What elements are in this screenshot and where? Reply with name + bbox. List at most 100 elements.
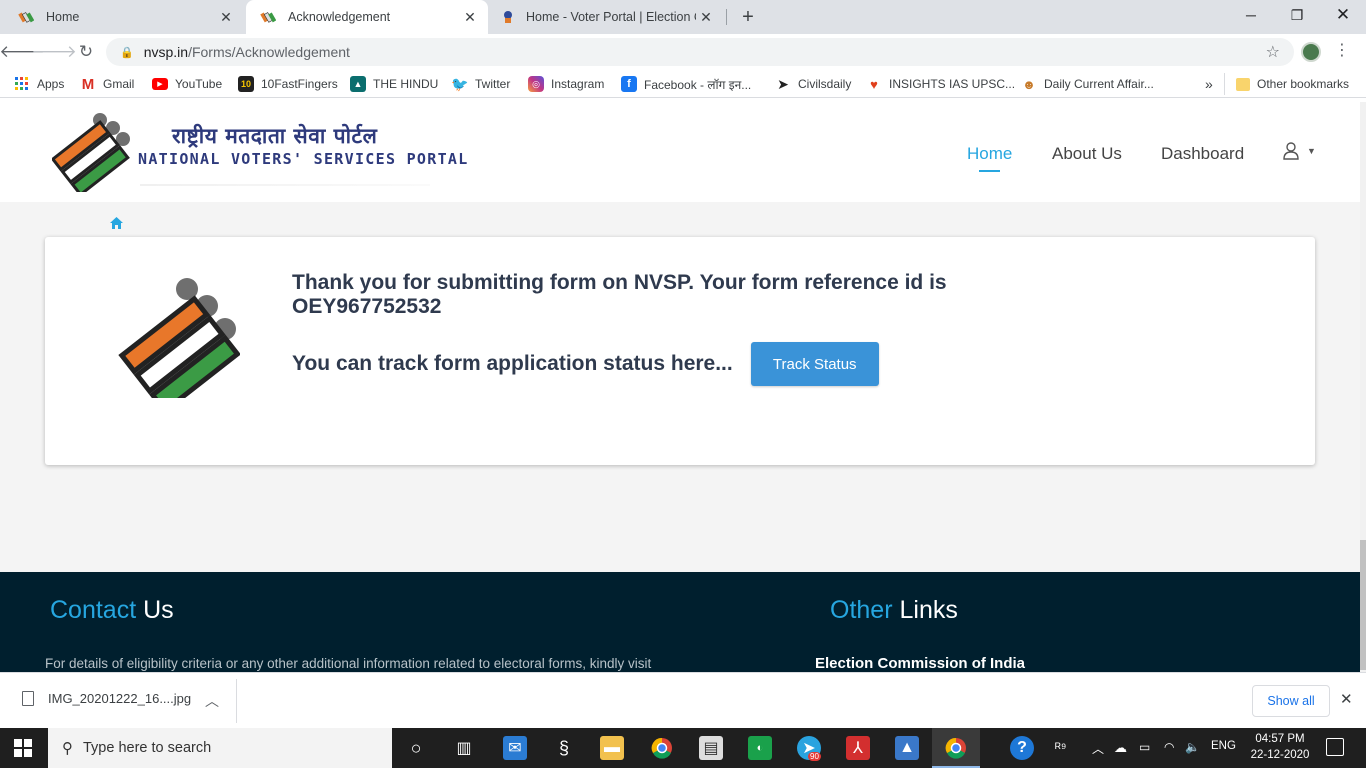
tab-title: Acknowledgement [288, 10, 391, 24]
site-header: राष्ट्रीय मतदाता सेवा पोर्टल NATIONAL VO… [0, 102, 1366, 202]
download-divider [236, 679, 237, 723]
file-explorer-icon[interactable]: ▬ [600, 736, 624, 760]
nav-home[interactable]: Home [967, 144, 1012, 172]
lock-icon: 🔒 [120, 46, 134, 59]
track-status-button[interactable]: Track Status [750, 342, 879, 386]
logo-hindi-text: राष्ट्रीय मतदाता सेवा पोर्टल [172, 124, 378, 148]
bookmark-label: Facebook - लॉग इन... [644, 77, 752, 92]
tab-divider [726, 9, 727, 25]
bookmarks-bar: Apps M Gmail ▶ YouTube 10 10FastFingers … [0, 70, 1366, 98]
nvsp-favicon [260, 9, 276, 25]
bookmark-twitter[interactable]: 🐦 Twitter [451, 75, 511, 93]
other-bookmarks[interactable]: Other bookmarks [1236, 75, 1349, 93]
tab-title: Home [46, 10, 80, 24]
windows-taskbar: ⚲ Type here to search ○ ▥ ✉ § ▬ ▤ ◐ ➤ 90… [0, 728, 1366, 768]
clock-time: 04:57 PM [1255, 733, 1305, 745]
bookmark-apps[interactable]: Apps [14, 75, 64, 93]
close-tab-icon[interactable]: ✕ [460, 7, 480, 27]
cloud-icon[interactable]: ☁ [1114, 740, 1127, 756]
bookmark-label: Daily Current Affair... [1044, 77, 1154, 91]
bookmark-label: THE HINDU [373, 77, 439, 91]
mail-icon[interactable]: ✉ [503, 736, 527, 760]
bookmark-gmail[interactable]: M Gmail [80, 75, 135, 93]
bookmark-label: Apps [37, 77, 65, 91]
show-all-button[interactable]: Show all [1252, 685, 1330, 717]
eci-link[interactable]: Election Commission of India [815, 655, 1025, 672]
app-s-icon[interactable]: § [552, 736, 576, 760]
logo-underline [140, 184, 430, 186]
forward-arrow-icon[interactable]: 🡒 [31, 39, 77, 65]
wifi-icon[interactable]: ◠ [1164, 740, 1174, 754]
acknowledgement-message: Thank you for submitting form on NVSP. Y… [292, 271, 947, 318]
window-close-icon[interactable]: ✕ [1320, 0, 1366, 30]
taskbar-clock[interactable]: 04:57 PM 22-12-2020 [1250, 731, 1310, 763]
close-tab-icon[interactable]: ✕ [696, 7, 716, 27]
windows-start-icon[interactable] [14, 739, 32, 757]
bookmark-label: Civilsdaily [798, 77, 852, 91]
eci-logo-icon [115, 273, 241, 415]
tab-home[interactable]: Home ✕ [0, 0, 244, 34]
reload-icon[interactable]: ↻ [73, 39, 99, 65]
notifications-icon[interactable] [1326, 738, 1344, 756]
logo-english-text: NATIONAL VOTERS' SERVICES PORTAL [138, 150, 469, 168]
bookmark-star-icon[interactable]: ☆ [1266, 42, 1280, 62]
nav-about-us[interactable]: About Us [1052, 144, 1122, 164]
profile-avatar[interactable] [1301, 42, 1321, 62]
bookmark-instagram[interactable]: ◎ Instagram [528, 75, 604, 93]
people-icon[interactable]: ᴿ⁹ [1055, 740, 1066, 755]
taskbar-chrome-active[interactable] [932, 728, 980, 768]
url-text: nvsp.in/Forms/Acknowledgement [143, 44, 350, 60]
task-view-icon[interactable]: ▥ [452, 736, 476, 760]
bookmark-label: Twitter [475, 77, 511, 91]
page-scrollbar-thumb[interactable] [1360, 540, 1366, 670]
telegram-badge: 90 [808, 752, 821, 761]
bookmark-daily-current-affairs[interactable]: ☻ Daily Current Affair... [1021, 75, 1154, 93]
bookmarks-overflow-button[interactable]: » [1205, 75, 1213, 93]
facebook-icon: f [621, 76, 637, 92]
minimize-icon[interactable]: ─ [1228, 0, 1274, 30]
tab-acknowledgement[interactable]: Acknowledgement ✕ [246, 0, 488, 34]
chrome-menu-icon[interactable]: ⋮ [1334, 40, 1350, 60]
bookmark-youtube[interactable]: ▶ YouTube [152, 75, 222, 93]
nav-dashboard[interactable]: Dashboard [1161, 144, 1244, 164]
user-menu-dropdown[interactable]: ▼ [1283, 142, 1316, 160]
restore-icon[interactable]: ❐ [1274, 0, 1320, 30]
battery-icon[interactable]: ▭ [1139, 740, 1150, 754]
gmail-icon: M [81, 75, 95, 93]
user-icon [1283, 142, 1299, 160]
bookmark-10fastfingers[interactable]: 10 10FastFingers [238, 75, 338, 93]
address-bar[interactable]: 🔒 nvsp.in/Forms/Acknowledgement ☆ [106, 38, 1294, 66]
chrome-icon[interactable] [650, 736, 674, 760]
bookmark-insights-ias[interactable]: ♥ INSIGHTS IAS UPSC... [866, 75, 1015, 93]
app-green-icon[interactable]: ◐ [748, 736, 772, 760]
the-hindu-icon: ▲ [350, 76, 366, 92]
browser-toolbar: 🡐 🡒 ↻ 🔒 nvsp.in/Forms/Acknowledgement ☆ … [0, 34, 1366, 70]
help-icon[interactable]: ? [1010, 736, 1034, 760]
folder-icon [1236, 77, 1250, 91]
breadcrumb-home-icon[interactable] [110, 217, 123, 232]
bookmark-label: INSIGHTS IAS UPSC... [889, 77, 1016, 91]
acrobat-icon[interactable]: ⅄ [846, 736, 870, 760]
photos-icon[interactable]: ▲ [895, 736, 919, 760]
taskbar-search-input[interactable]: ⚲ Type here to search [48, 728, 392, 768]
download-item[interactable]: IMG_20201222_16....jpg [22, 691, 191, 706]
tab-voter-portal[interactable]: Home - Voter Portal | Election Co ✕ [488, 0, 724, 34]
store-icon[interactable]: ▤ [699, 736, 723, 760]
volume-icon[interactable]: 🔈 [1185, 740, 1200, 754]
bookmark-facebook[interactable]: f Facebook - लॉग इन... [621, 75, 751, 93]
site-footer: Contact Us Other Links For details of el… [0, 572, 1360, 672]
nvsp-logo-icon[interactable] [50, 108, 132, 197]
close-shelf-icon[interactable]: ✕ [1340, 690, 1353, 708]
close-tab-icon[interactable]: ✕ [216, 7, 236, 27]
new-tab-button[interactable]: + [736, 5, 760, 29]
bookmark-the-hindu[interactable]: ▲ THE HINDU [350, 75, 438, 93]
bookmark-label: Other bookmarks [1257, 77, 1350, 91]
language-indicator[interactable]: ENG [1211, 740, 1236, 752]
cortana-icon[interactable]: ○ [404, 736, 428, 760]
bookmark-civilsdaily[interactable]: ➤ Civilsdaily [775, 75, 851, 93]
bookmark-label: 10FastFingers [261, 77, 338, 91]
chevron-up-icon[interactable]: ︿ [205, 691, 219, 711]
chevron-up-icon[interactable]: ︿ [1092, 740, 1104, 757]
chevron-down-icon: ▼ [1307, 146, 1316, 156]
download-shelf: IMG_20201222_16....jpg ︿ Show all ✕ [0, 672, 1366, 728]
